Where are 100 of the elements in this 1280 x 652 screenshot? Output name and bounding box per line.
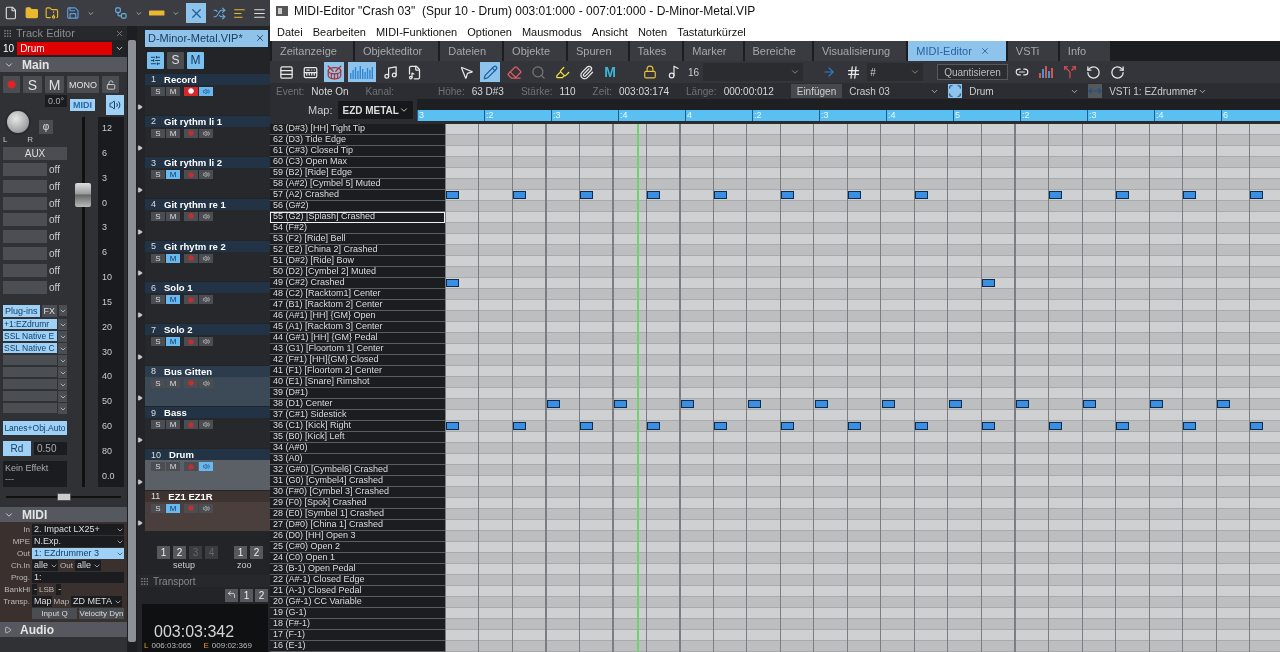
panel-tab[interactable]: Dateien (440, 41, 503, 61)
drum-sound-name[interactable]: 62 (D3) Tide Edge (270, 135, 445, 146)
mute-button[interactable]: M (166, 253, 180, 263)
drum-map-dropdown[interactable]: EZD METAL (338, 101, 413, 119)
drum-sound-name[interactable]: 39 (D#1) (270, 388, 445, 399)
dropdown-caret[interactable] (58, 319, 67, 331)
drum-sound-name[interactable]: 25 (C#0) Open 2 (270, 542, 445, 553)
track-header[interactable]: 11 EZ1 EZ1R S M (145, 490, 270, 532)
monitor-button[interactable] (199, 295, 213, 305)
plugin-slot[interactable]: SSL Native C (3, 343, 57, 354)
solo-button[interactable]: S (151, 211, 165, 221)
lsb-field[interactable]: - (56, 584, 62, 595)
channel-out-dropdown[interactable]: alle (74, 560, 101, 571)
bank-high-field[interactable]: - (32, 584, 37, 595)
lanes-button[interactable]: Lanes+Obj.Auto (3, 421, 67, 436)
record-arm-button[interactable] (184, 86, 198, 96)
mute-tool[interactable]: M (600, 62, 620, 82)
monitor-button[interactable] (199, 420, 213, 430)
plugin-slot[interactable]: +1:EZdrumr (3, 319, 57, 330)
panel-tab[interactable]: Objekte (504, 41, 567, 61)
solo-button[interactable]: S (151, 170, 165, 180)
zoom-preset-button[interactable]: 2 (250, 546, 263, 560)
track-header[interactable]: 4 Git rythm re 1 S M (145, 198, 270, 240)
track-header[interactable]: 7 Solo 2 S M (145, 324, 270, 365)
mute-button[interactable]: M (166, 503, 180, 513)
track-header[interactable]: 8 Bus Gitten S M (145, 365, 270, 407)
snap-dropdown[interactable]: # (867, 63, 924, 81)
menu-item[interactable]: MIDI-Funktionen (370, 25, 463, 38)
program-field[interactable]: 1: (32, 572, 124, 583)
monitor-button[interactable] (199, 462, 213, 472)
solo-button[interactable]: S (151, 295, 165, 305)
channel-button[interactable]: M (45, 76, 64, 93)
dropdown-caret[interactable] (58, 343, 67, 355)
drum-sound-name[interactable]: 26 (D0) [HH] Open 3 (270, 531, 445, 542)
drum-sound-name[interactable]: 43 (G1) [Floortom 1] Center (270, 344, 445, 355)
zoom-preset-button[interactable]: 1 (234, 546, 247, 560)
drum-sound-name[interactable]: 61 (C#3) Closed Tip (270, 146, 445, 157)
solo-button[interactable]: S (151, 86, 165, 96)
monitor-button[interactable] (199, 128, 213, 138)
crossfade-button[interactable] (186, 3, 207, 23)
drum-sound-name[interactable]: 56 (G#2) (270, 201, 445, 212)
range-button[interactable] (948, 84, 963, 98)
transpose-field[interactable]: Map (32, 596, 52, 607)
quantize-button[interactable]: Quantisieren (937, 64, 1008, 80)
drum-sound-name[interactable]: 22 (A#-1) Closed Edge (270, 575, 445, 586)
panel-tab[interactable]: Zeitanzeige (272, 41, 353, 61)
monitor-button[interactable] (199, 170, 213, 180)
mute-button[interactable]: M (166, 128, 180, 138)
drum-sound-name[interactable]: 54 (F#2) (270, 223, 445, 234)
drum-sound-name[interactable]: 35 (B0) [Kick] Left (270, 432, 445, 443)
solo-all-button[interactable]: S (167, 51, 184, 69)
solo-button[interactable]: S (151, 420, 165, 430)
solo-button[interactable]: S (151, 128, 165, 138)
drum-sound-name[interactable]: 51 (D#2) [Ride] Bow (270, 256, 445, 267)
solo-button[interactable]: S (151, 253, 165, 263)
midi-section-header[interactable]: MIDI (0, 507, 127, 522)
midi-in-dropdown[interactable]: 2. Impact LX25+ (32, 524, 124, 535)
monitor-button[interactable] (199, 253, 213, 263)
drum-sound-name[interactable]: 36 (C1) [Kick] Right (270, 421, 445, 432)
drum-sound-name[interactable]: 41 (F1) [Floortom 2] Center (270, 366, 445, 377)
rd-button[interactable]: Rd (3, 441, 31, 457)
solo-button[interactable]: S (151, 378, 165, 388)
drum-sound-name[interactable]: 34 (A#0) (270, 443, 445, 454)
panel-tab[interactable]: Spuren (568, 41, 628, 61)
map-dropdown[interactable]: ZD META (71, 596, 122, 607)
panel-tab[interactable]: Takes (629, 41, 683, 61)
menu-item[interactable]: Bearbeiten (307, 25, 371, 38)
mute-button[interactable]: M (166, 337, 180, 346)
menu-item[interactable]: Datei (272, 25, 308, 38)
midi-out-dropdown[interactable]: 1: EZdrummer 3 (32, 548, 124, 559)
dropdown-caret[interactable] (58, 331, 67, 343)
mute-button[interactable]: M (166, 378, 180, 388)
panel-tab[interactable]: Visualisierung (813, 41, 907, 61)
drum-sound-name[interactable]: 63 (D#3) [HH] Tight Tip (270, 124, 445, 135)
instrument-dropdown[interactable]: VSTi 1: EZdrummer (1109, 84, 1210, 98)
audio-section-header[interactable]: Audio (0, 622, 127, 637)
main-section-header[interactable]: Main (0, 57, 127, 72)
track-header[interactable]: 6 Solo 1 S M (145, 282, 270, 323)
track-header[interactable]: 5 Git rhytm re 2 S M (145, 240, 270, 282)
marker-button[interactable]: 1 (240, 589, 253, 603)
track-header[interactable]: 10 Drum S M (145, 449, 270, 490)
dropdown-caret[interactable] (58, 355, 67, 367)
mixer-button[interactable] (147, 51, 164, 69)
drum-sound-name[interactable]: 20 (G#-1) CC Variable (270, 597, 445, 608)
dropdown-caret[interactable] (58, 391, 67, 403)
dropdown-caret[interactable] (59, 305, 68, 317)
panel-tab[interactable]: Marker (684, 41, 743, 61)
panel-tab[interactable]: Bereiche (744, 41, 812, 61)
dropdown-caret[interactable] (58, 403, 67, 415)
object-dropdown[interactable]: Crash 03 (849, 84, 942, 98)
menu-item[interactable]: Mausmodus (516, 25, 587, 38)
drum-sound-name[interactable]: 53 (F2) [Ride] Bell (270, 234, 445, 245)
drum-sound-name[interactable]: 24 (C0) Open 1 (270, 553, 445, 564)
drum-sound-name[interactable]: 37 (C#1) Sidestick (270, 410, 445, 421)
lock-button[interactable] (102, 76, 119, 93)
drum-sound-name[interactable]: 60 (C3) Open Max (270, 157, 445, 168)
mute-button[interactable]: M (166, 420, 180, 430)
fx-tab[interactable]: FX (41, 305, 58, 318)
insert-button[interactable]: Einfügen (790, 84, 843, 98)
drum-sound-name[interactable]: 16 (E-1) (270, 641, 445, 652)
